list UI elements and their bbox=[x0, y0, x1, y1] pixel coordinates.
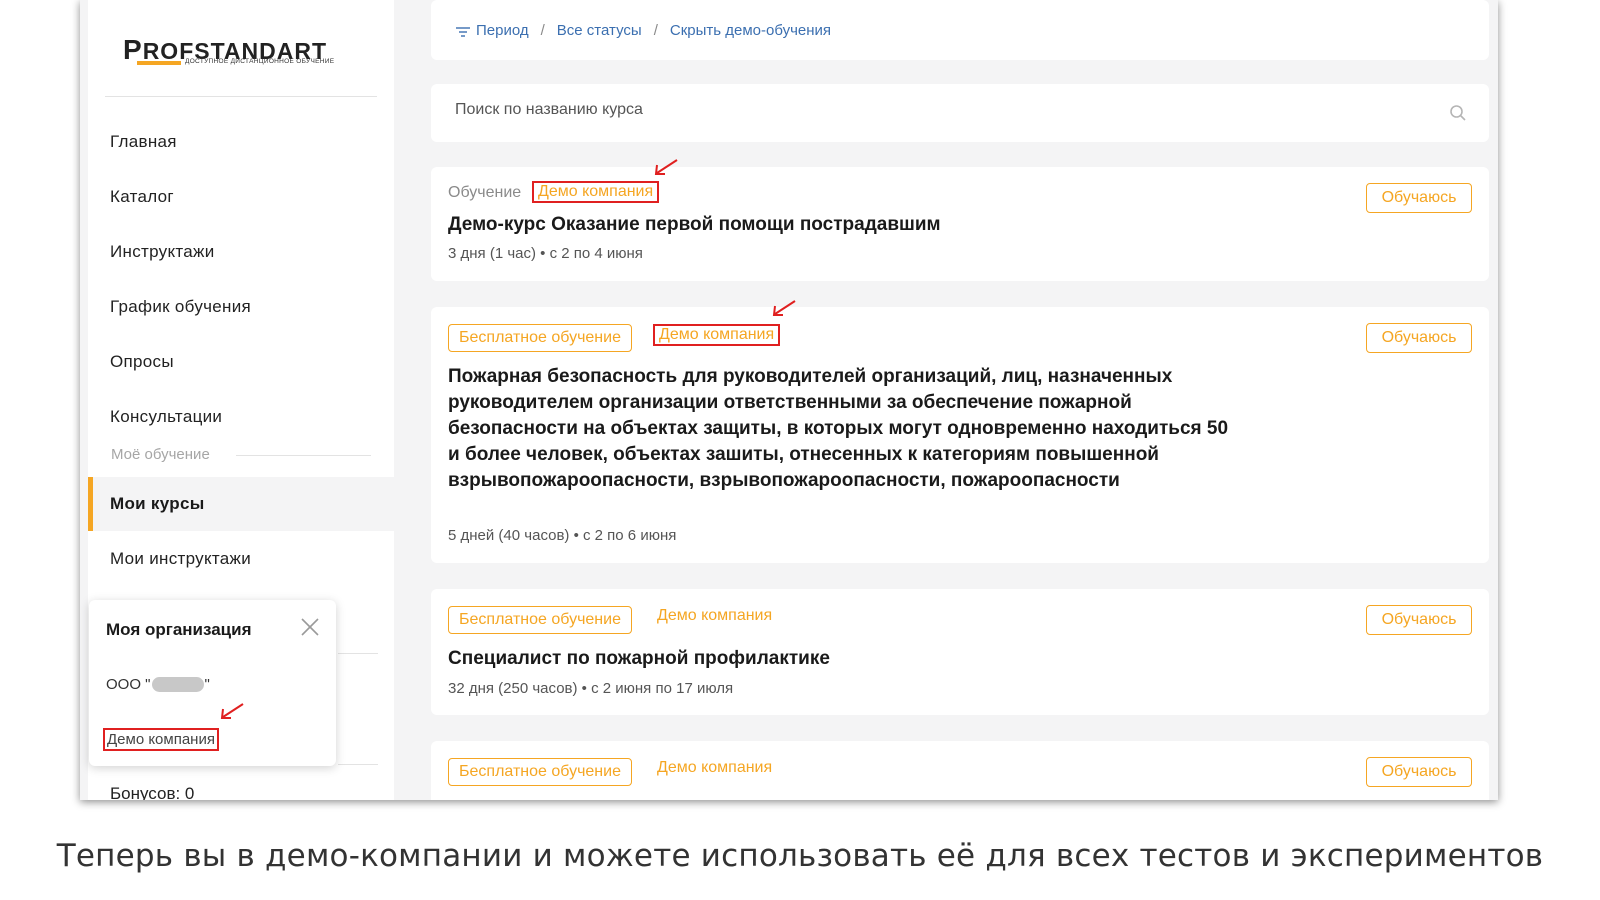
course-meta: 3 дня (1 час) • с 2 по 4 июня bbox=[448, 245, 643, 262]
sidebar-divider bbox=[338, 764, 378, 765]
filter-separator: / bbox=[653, 22, 658, 39]
filter-icon bbox=[456, 26, 470, 37]
redacted-name bbox=[151, 677, 204, 692]
sidebar-item-home[interactable]: Главная bbox=[110, 132, 177, 152]
course-title[interactable]: Пожарная безопасность для руководителей … bbox=[448, 364, 1228, 494]
sidebar-item-consultations[interactable]: Консультации bbox=[110, 407, 222, 427]
filter-hide-demo[interactable]: Скрыть демо-обучения bbox=[670, 22, 831, 39]
logo-tagline: ДОСТУПНОЕ ДИСТАНЦИОННОЕ ОБУЧЕНИЕ bbox=[185, 58, 335, 65]
filter-period[interactable]: Период bbox=[476, 22, 529, 39]
company-label: Демо компания bbox=[657, 759, 773, 776]
status-button[interactable]: Обучаюсь bbox=[1366, 183, 1472, 213]
filter-statuses[interactable]: Все статусы bbox=[557, 22, 642, 39]
sidebar-item-my-courses[interactable]: Мои курсы bbox=[88, 477, 394, 531]
course-card[interactable]: Бесплатное обучение Демо компания Обучаю… bbox=[431, 589, 1489, 715]
status-button[interactable]: Обучаюсь bbox=[1366, 605, 1472, 635]
course-type-badge: Бесплатное обучение bbox=[448, 606, 632, 634]
section-label-my-learning: Моё обучение bbox=[111, 446, 210, 463]
course-meta: 5 дней (40 часов) • с 2 по 6 июня bbox=[448, 527, 677, 544]
section-divider bbox=[236, 455, 371, 456]
app-screenshot: PROFSTANDART ДОСТУПНОЕ ДИСТАНЦИОННОЕ ОБУ… bbox=[80, 0, 1498, 800]
annotation-arrow-icon bbox=[654, 159, 678, 175]
sidebar-item-surveys[interactable]: Опросы bbox=[110, 352, 174, 372]
filter-bar: Период / Все статусы / Скрыть демо-обуче… bbox=[431, 0, 1489, 60]
search-icon[interactable] bbox=[1449, 104, 1467, 122]
bonus-counter[interactable]: Бонусов: 0 bbox=[110, 784, 194, 800]
company-label: Демо компания bbox=[657, 607, 773, 624]
course-card[interactable]: Обучение Демо компания Обучаюсь Демо-кур… bbox=[431, 159, 1489, 281]
annotation-arrow-icon bbox=[772, 300, 796, 316]
course-card[interactable]: Бесплатное обучение Демо компания Обучаю… bbox=[431, 300, 1489, 563]
caption-text: Теперь вы в демо-компании и можете испол… bbox=[56, 838, 1544, 874]
close-icon[interactable] bbox=[299, 616, 321, 638]
course-card[interactable]: Бесплатное обучение Демо компания Обучаю… bbox=[431, 741, 1489, 800]
course-type-badge: Бесплатное обучение bbox=[448, 758, 632, 786]
status-button[interactable]: Обучаюсь bbox=[1366, 757, 1472, 787]
sidebar-item-catalog[interactable]: Каталог bbox=[110, 187, 174, 207]
organization-name[interactable]: ООО " " bbox=[106, 676, 210, 693]
organization-popup: Моя организация ООО " " Демо компания bbox=[89, 600, 336, 766]
sidebar-divider bbox=[338, 653, 378, 654]
sidebar-item-schedule[interactable]: График обучения bbox=[110, 297, 251, 317]
demo-company-item[interactable]: Демо компания bbox=[103, 728, 219, 751]
annotation-arrow-icon bbox=[220, 703, 244, 719]
sidebar-item-my-briefings[interactable]: Мои инструктажи bbox=[110, 549, 251, 569]
course-title[interactable]: Специалист по пожарной профилактике bbox=[448, 646, 1248, 672]
filter-separator: / bbox=[540, 22, 545, 39]
company-label: Демо компания bbox=[532, 181, 660, 203]
course-type-label: Обучение bbox=[448, 184, 522, 201]
logo[interactable]: PROFSTANDART ДОСТУПНОЕ ДИСТАНЦИОННОЕ ОБУ… bbox=[123, 34, 334, 66]
sidebar-divider bbox=[105, 96, 377, 97]
status-button[interactable]: Обучаюсь bbox=[1366, 323, 1472, 353]
search-input[interactable] bbox=[455, 101, 1435, 119]
course-title[interactable]: Демо-курс Оказание первой помощи пострад… bbox=[448, 212, 1248, 238]
sidebar-item-label: Мои курсы bbox=[110, 494, 205, 513]
popup-title: Моя организация bbox=[106, 620, 252, 639]
course-meta: 32 дня (250 часов) • с 2 июня по 17 июля bbox=[448, 680, 734, 697]
company-label: Демо компания bbox=[653, 324, 781, 346]
search-bar bbox=[431, 84, 1489, 142]
course-type-badge: Бесплатное обучение bbox=[448, 324, 632, 352]
logo-accent-bar bbox=[137, 61, 181, 65]
sidebar-item-briefings[interactable]: Инструктажи bbox=[110, 242, 215, 262]
